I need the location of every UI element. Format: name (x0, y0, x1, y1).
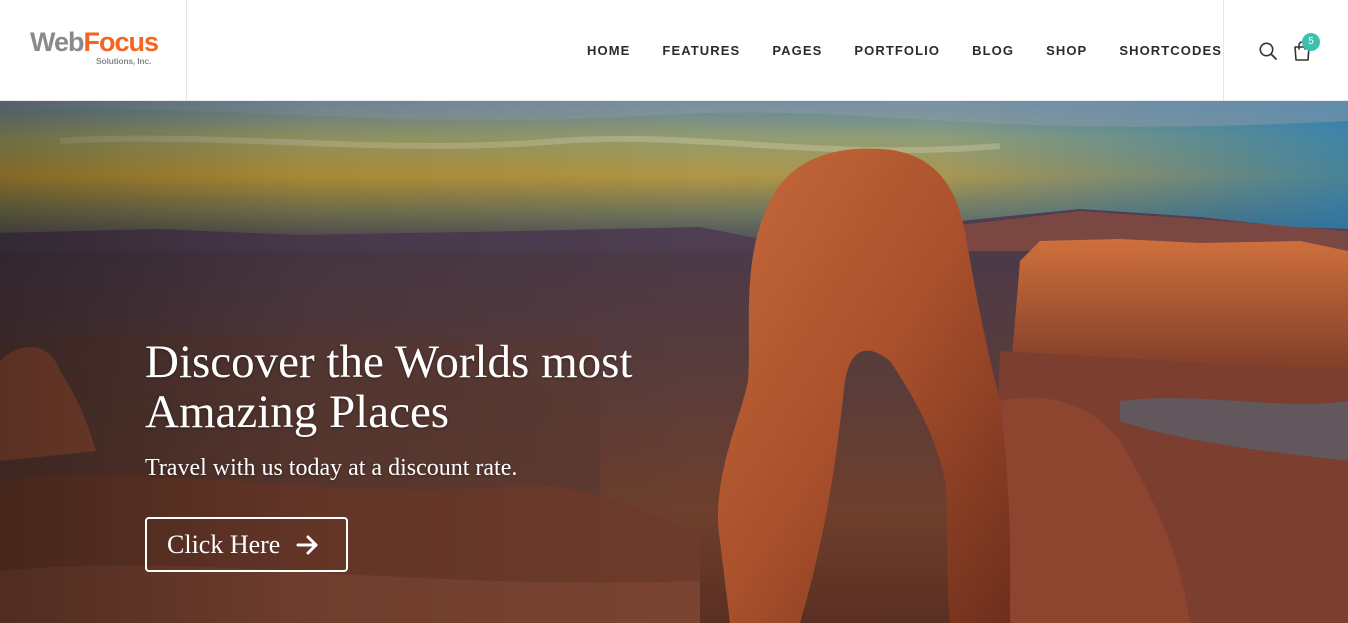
main-nav: HOME FEATURES PAGES PORTFOLIO BLOG SHOP … (571, 0, 1238, 100)
nav-item-pages[interactable]: PAGES (756, 43, 838, 58)
logo-focus-text: Focus (83, 27, 160, 57)
nav-item-blog[interactable]: BLOG (956, 43, 1030, 58)
logo[interactable]: WebFocus Solutions, Inc. (30, 27, 160, 71)
logo-web-text: Web (30, 27, 85, 57)
hero-title: Discover the Worlds most Amazing Places (145, 336, 633, 438)
nav-item-shortcodes[interactable]: SHORTCODES (1103, 43, 1238, 58)
nav-item-home[interactable]: HOME (571, 43, 646, 58)
click-here-button[interactable]: Click Here (145, 517, 348, 572)
site-header: WebFocus Solutions, Inc. HOME FEATURES P… (0, 0, 1348, 101)
click-here-label: Click Here (167, 529, 281, 559)
nav-item-features[interactable]: FEATURES (646, 43, 756, 58)
hero-slider: Discover the Worlds most Amazing Places … (0, 101, 1348, 623)
logo-wordmark: WebFocus (30, 27, 160, 57)
hero-subtitle: Travel with us today at a discount rate. (145, 455, 518, 481)
nav-item-shop[interactable]: SHOP (1030, 43, 1103, 58)
logo-container: WebFocus Solutions, Inc. (0, 0, 187, 101)
header-actions: 5 (1223, 0, 1348, 101)
logo-tagline: Solutions, Inc. (96, 56, 152, 66)
cart-count-badge: 5 (1302, 33, 1320, 51)
nav-item-portfolio[interactable]: PORTFOLIO (838, 43, 956, 58)
arrow-right-icon (296, 535, 318, 554)
search-icon[interactable] (1258, 41, 1278, 61)
